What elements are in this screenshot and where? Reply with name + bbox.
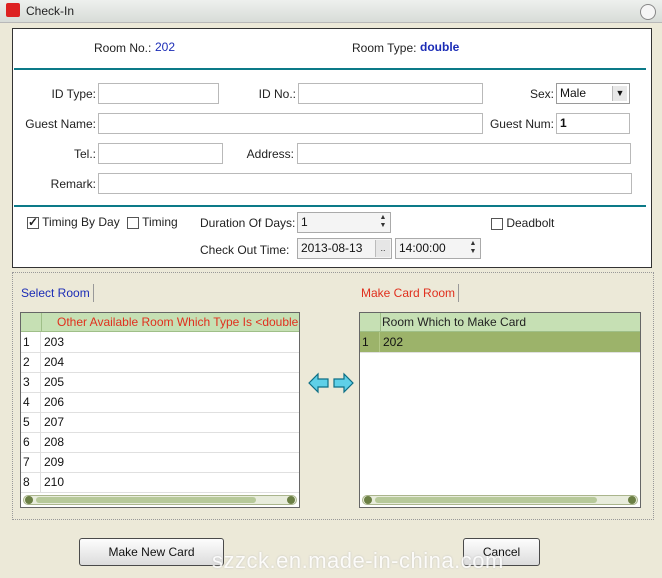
make-card-rooms-grid[interactable]: Room Which to Make Card 1 202 (359, 312, 641, 508)
tab-make-card-room[interactable]: Make Card Room (358, 284, 460, 302)
horizontal-scrollbar[interactable] (362, 495, 638, 505)
checkbox-unchecked-icon[interactable] (127, 216, 139, 229)
checkout-date-value: 2013-08-13 (301, 241, 363, 255)
table-row[interactable]: 6 208 (21, 432, 299, 453)
room-cell[interactable]: 202 (382, 332, 403, 352)
id-type-field[interactable] (98, 83, 219, 104)
tel-field[interactable] (98, 143, 223, 164)
table-row[interactable]: 1 202 (360, 332, 640, 353)
id-type-label: ID Type: (51, 87, 96, 101)
guest-num-field[interactable]: 1 (556, 113, 630, 134)
room-cell[interactable]: 203 (43, 332, 64, 352)
row-number: 4 (21, 392, 41, 412)
room-no-label: Room No.: (94, 41, 152, 55)
guest-name-field[interactable] (98, 113, 483, 134)
divider (14, 68, 646, 70)
checkbox-checked-icon[interactable] (27, 215, 39, 229)
room-no-value: 202 (155, 40, 176, 54)
grid-header: Room Which to Make Card (360, 313, 640, 332)
checkout-time-label: Check Out Time: (200, 243, 290, 257)
sex-select[interactable]: Male ▼ (556, 83, 630, 104)
row-number: 8 (21, 472, 41, 492)
address-label: Address: (246, 147, 294, 161)
scroll-right-icon[interactable] (628, 496, 636, 504)
room-cell[interactable]: 205 (43, 372, 64, 392)
remark-field[interactable] (98, 173, 632, 194)
close-icon[interactable] (640, 4, 656, 20)
table-row[interactable]: 5 207 (21, 412, 299, 433)
sex-label: Sex: (529, 87, 554, 101)
table-row[interactable]: 2 204 (21, 352, 299, 373)
row-number: 3 (21, 372, 41, 392)
column-header[interactable]: Other Available Room Which Type Is <doub… (57, 315, 298, 329)
timing-by-day-label: Timing By Day (42, 215, 120, 229)
room-cell[interactable]: 207 (43, 412, 64, 432)
room-type-label: Room Type: (352, 41, 417, 55)
checkbox-unchecked-icon[interactable] (491, 217, 503, 230)
grid-corner (360, 313, 381, 331)
id-no-label: ID No.: (258, 87, 296, 101)
sex-select-value: Male (560, 86, 587, 100)
duration-label: Duration Of Days: (200, 216, 296, 230)
scroll-thumb[interactable] (375, 497, 597, 503)
table-row[interactable]: 1 203 (21, 332, 299, 353)
checkout-time-spinner[interactable]: 14:00:00 ▲ ▼ (395, 238, 481, 259)
checkout-time-value: 14:00:00 (399, 241, 446, 255)
remark-label: Remark: (50, 177, 96, 191)
divider (14, 205, 646, 207)
duration-spinner[interactable]: 1 ▲ ▼ (297, 212, 391, 233)
scroll-left-icon[interactable] (364, 496, 372, 504)
room-cell[interactable]: 206 (43, 392, 64, 412)
scroll-right-icon[interactable] (287, 496, 295, 504)
title-bar (0, 0, 662, 23)
calendar-dropdown-icon[interactable]: .. (375, 240, 390, 257)
room-cell[interactable]: 209 (43, 452, 64, 472)
guest-name-label: Guest Name: (25, 117, 96, 131)
duration-value: 1 (301, 215, 308, 229)
timing-by-day-checkbox[interactable]: Timing By Day (27, 215, 120, 229)
room-cell[interactable]: 210 (43, 472, 64, 492)
grid-corner (21, 313, 42, 331)
deadbolt-label: Deadbolt (506, 216, 555, 230)
tab-select-room[interactable]: Select Room (18, 284, 94, 302)
row-number: 7 (21, 452, 41, 472)
room-type-value: double (420, 40, 460, 54)
row-number: 1 (21, 332, 41, 352)
table-row[interactable]: 7 209 (21, 452, 299, 473)
tel-label: Tel.: (73, 147, 96, 161)
chevron-down-icon[interactable]: ▼ (612, 86, 627, 101)
horizontal-scrollbar[interactable] (23, 495, 297, 505)
deadbolt-checkbox[interactable]: Deadbolt (491, 216, 554, 230)
checkout-date-picker[interactable]: 2013-08-13 .. (297, 238, 392, 259)
room-cell[interactable]: 208 (43, 432, 64, 452)
timing-checkbox[interactable]: Timing (127, 215, 178, 229)
table-row[interactable]: 4 206 (21, 392, 299, 413)
spinner-arrows-icon[interactable]: ▲ ▼ (467, 240, 479, 257)
available-rooms-grid[interactable]: Other Available Room Which Type Is <doub… (20, 312, 300, 508)
address-field[interactable] (297, 143, 631, 164)
make-new-card-button[interactable]: Make New Card (79, 538, 224, 566)
row-number: 2 (21, 352, 41, 372)
table-row[interactable]: 8 210 (21, 472, 299, 493)
scroll-left-icon[interactable] (25, 496, 33, 504)
watermark: szzck.en.made-in-china.com (212, 548, 504, 573)
row-number: 6 (21, 432, 41, 452)
guest-num-label: Guest Num: (489, 117, 554, 131)
id-no-field[interactable] (298, 83, 483, 104)
column-header[interactable]: Room Which to Make Card (382, 315, 526, 329)
spinner-arrows-icon[interactable]: ▲ ▼ (377, 214, 389, 231)
window-title: Check-In (26, 4, 75, 18)
room-cell[interactable]: 204 (43, 352, 64, 372)
row-number: 5 (21, 412, 41, 432)
table-row[interactable]: 3 205 (21, 372, 299, 393)
transfer-arrows-icon[interactable] (308, 372, 354, 394)
grid-header: Other Available Room Which Type Is <doub… (21, 313, 299, 332)
scroll-thumb[interactable] (36, 497, 256, 503)
row-number: 1 (360, 332, 380, 352)
timing-label: Timing (142, 215, 178, 229)
lock-icon (6, 3, 20, 17)
